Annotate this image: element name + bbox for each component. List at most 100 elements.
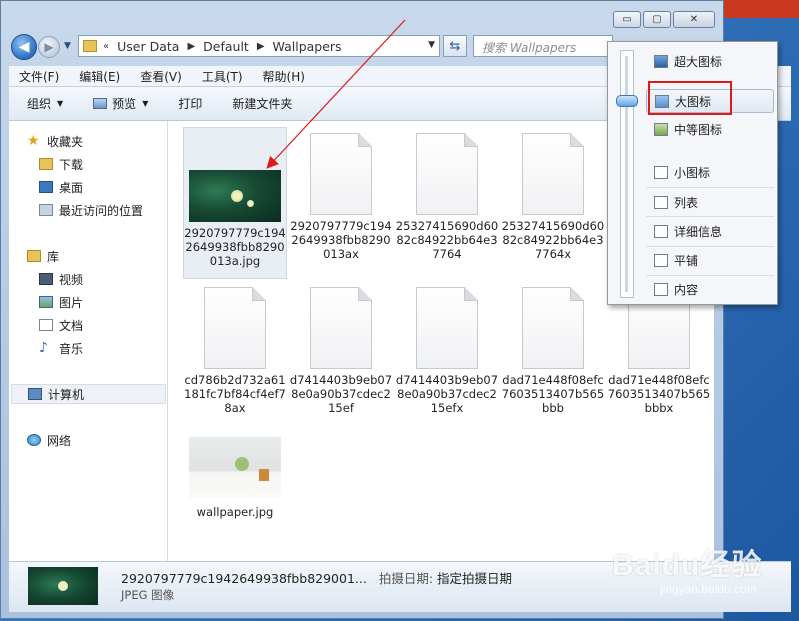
file-tile[interactable]: dad71e448f08efc7603513407b565bbb xyxy=(501,287,605,415)
organize-label: 组织 xyxy=(27,97,52,111)
print-button[interactable]: 打印 xyxy=(178,95,202,112)
nav-favorites[interactable]: ★ 收藏夹 xyxy=(27,131,185,151)
view-option-list[interactable]: 列表 xyxy=(646,190,774,214)
address-bar[interactable]: « User Data ▶ Default ▶ Wallpapers ▼ xyxy=(78,35,440,57)
view-option-details[interactable]: 详细信息 xyxy=(646,219,774,243)
view-slider-thumb[interactable] xyxy=(616,95,638,107)
pot-shape xyxy=(259,469,269,481)
view-option-extra-large-icons[interactable]: 超大图标 xyxy=(646,49,774,73)
file-tile[interactable]: wallpaper.jpg xyxy=(183,437,287,519)
nav-pictures-label: 图片 xyxy=(59,295,84,310)
file-name: d7414403b9eb078e0a90b37cdec215ef xyxy=(289,373,393,415)
details-date-label: 拍摄日期: xyxy=(378,571,434,586)
caption-buttons: ▭ ▢ ✕ xyxy=(613,11,715,28)
search-input[interactable]: 搜索 Wallpapers xyxy=(473,35,613,57)
watermark-url: jingyan.baidu.com xyxy=(660,582,757,596)
details-type: JPEG 图像 xyxy=(121,588,175,602)
details-date-value[interactable]: 指定拍摄日期 xyxy=(437,571,512,586)
nav-network[interactable]: 网络 xyxy=(27,430,185,450)
picture-icon xyxy=(39,296,53,308)
file-name: cd786b2d732a61181fc7bf84cf4ef78ax xyxy=(184,373,286,415)
computer-icon xyxy=(28,388,42,400)
minimize-button[interactable]: ▭ xyxy=(613,11,641,28)
flower-shape xyxy=(58,581,68,591)
chevron-down-icon[interactable]: ▼ xyxy=(428,40,435,50)
menu-view[interactable]: 查看(V) xyxy=(130,68,192,85)
details-title-row: 2920797779c1942649938fbb829001... 拍摄日期: … xyxy=(121,568,512,587)
back-button[interactable]: ◀ xyxy=(11,34,37,60)
close-button[interactable]: ✕ xyxy=(673,11,715,28)
chevron-right-icon[interactable]: ▶ xyxy=(187,41,195,52)
document-icon xyxy=(416,287,478,369)
selected-file-thumbnail xyxy=(28,567,98,605)
nav-recent-label: 最近访问的位置 xyxy=(59,203,144,218)
view-option-label: 平铺 xyxy=(674,253,699,268)
menu-file[interactable]: 文件(F) xyxy=(9,68,69,85)
file-tile[interactable]: 2920797779c1942649938fbb8290013ax xyxy=(289,133,393,261)
maximize-button[interactable]: ▢ xyxy=(643,11,671,28)
file-tile[interactable]: d7414403b9eb078e0a90b37cdec215ef xyxy=(289,287,393,415)
file-name: 25327415690d6082c84922bb64e37764 xyxy=(395,219,499,261)
file-tile[interactable]: dad71e448f08efc7603513407b565bbbx xyxy=(607,287,711,415)
content-icon xyxy=(654,282,668,296)
nav-libraries[interactable]: 库 xyxy=(27,246,185,266)
refresh-icon: ⇆ xyxy=(449,38,461,54)
file-tile[interactable]: 25327415690d6082c84922bb64e37764x xyxy=(501,133,605,261)
preview-button[interactable]: 预览 ▼ xyxy=(93,95,148,112)
preview-label: 预览 xyxy=(112,97,137,111)
flower-shape xyxy=(247,200,254,207)
breadcrumb-overflow[interactable]: « xyxy=(103,41,109,52)
details-filename: 2920797779c1942649938fbb829001... xyxy=(121,571,367,586)
details-icon xyxy=(654,224,668,238)
nav-libraries-label: 库 xyxy=(47,249,60,264)
menu-separator xyxy=(646,246,774,247)
arrow-right-icon: ▶ xyxy=(44,40,54,54)
menu-edit[interactable]: 编辑(E) xyxy=(69,68,130,85)
file-tile[interactable]: 25327415690d6082c84922bb64e37764 xyxy=(395,133,499,261)
file-tile[interactable]: 2920797779c1942649938fbb8290013a.jpg xyxy=(183,127,287,279)
preview-icon xyxy=(93,98,108,109)
file-tile[interactable]: cd786b2d732a61181fc7bf84cf4ef78ax xyxy=(183,287,287,415)
image-thumbnail xyxy=(189,437,281,499)
view-option-label: 详细信息 xyxy=(674,224,723,239)
file-tile[interactable]: d7414403b9eb078e0a90b37cdec215efx xyxy=(395,287,499,415)
tiles-icon xyxy=(654,253,668,267)
view-option-medium-icons[interactable]: 中等图标 xyxy=(646,117,774,141)
breadcrumb-user-data[interactable]: User Data xyxy=(117,39,179,54)
organize-button[interactable]: 组织 ▼ xyxy=(27,95,63,112)
flower-shape xyxy=(231,190,243,202)
chevron-right-icon[interactable]: ▶ xyxy=(257,41,265,52)
file-name: 25327415690d6082c84922bb64e37764x xyxy=(501,219,605,261)
watermark-brand: Baidu经验 xyxy=(612,549,763,582)
history-dropdown-icon[interactable]: ▼ xyxy=(64,41,71,51)
view-option-label: 超大图标 xyxy=(674,54,723,69)
view-option-tiles[interactable]: 平铺 xyxy=(646,248,774,272)
view-option-label: 内容 xyxy=(674,282,699,297)
file-name: 2920797779c1942649938fbb8290013a.jpg xyxy=(184,226,286,268)
menu-separator xyxy=(646,216,774,217)
recent-places-icon xyxy=(39,204,53,216)
image-thumbnail xyxy=(189,170,281,222)
new-folder-button[interactable]: 新建文件夹 xyxy=(232,95,292,112)
nav-documents-label: 文档 xyxy=(59,318,84,333)
navigation-pane: ★ 收藏夹 下载 桌面 最近访问的位置 库 视频 图片 文档 ♪ 音乐 计算机 … xyxy=(9,121,168,561)
breadcrumb-wallpapers[interactable]: Wallpapers xyxy=(273,39,342,54)
menu-tools[interactable]: 工具(T) xyxy=(192,68,253,85)
extra-large-icons-icon xyxy=(654,54,668,68)
refresh-button[interactable]: ⇆ xyxy=(443,35,467,57)
forward-button[interactable]: ▶ xyxy=(38,36,60,58)
menu-separator xyxy=(646,187,774,188)
document-icon xyxy=(204,287,266,369)
document-icon xyxy=(310,287,372,369)
breadcrumb-default[interactable]: Default xyxy=(203,39,249,54)
view-option-label: 小图标 xyxy=(674,165,711,180)
view-slider-line xyxy=(625,56,628,292)
print-label: 打印 xyxy=(178,97,203,111)
document-icon xyxy=(522,133,584,215)
watermark: Baidu经验 jingyan.baidu.com xyxy=(612,540,792,610)
view-option-small-icons[interactable]: 小图标 xyxy=(646,160,774,184)
nav-computer[interactable]: 计算机 xyxy=(11,384,166,404)
medium-icons-icon xyxy=(654,122,668,136)
menu-help[interactable]: 帮助(H) xyxy=(253,68,315,85)
view-option-content[interactable]: 内容 xyxy=(646,277,774,301)
